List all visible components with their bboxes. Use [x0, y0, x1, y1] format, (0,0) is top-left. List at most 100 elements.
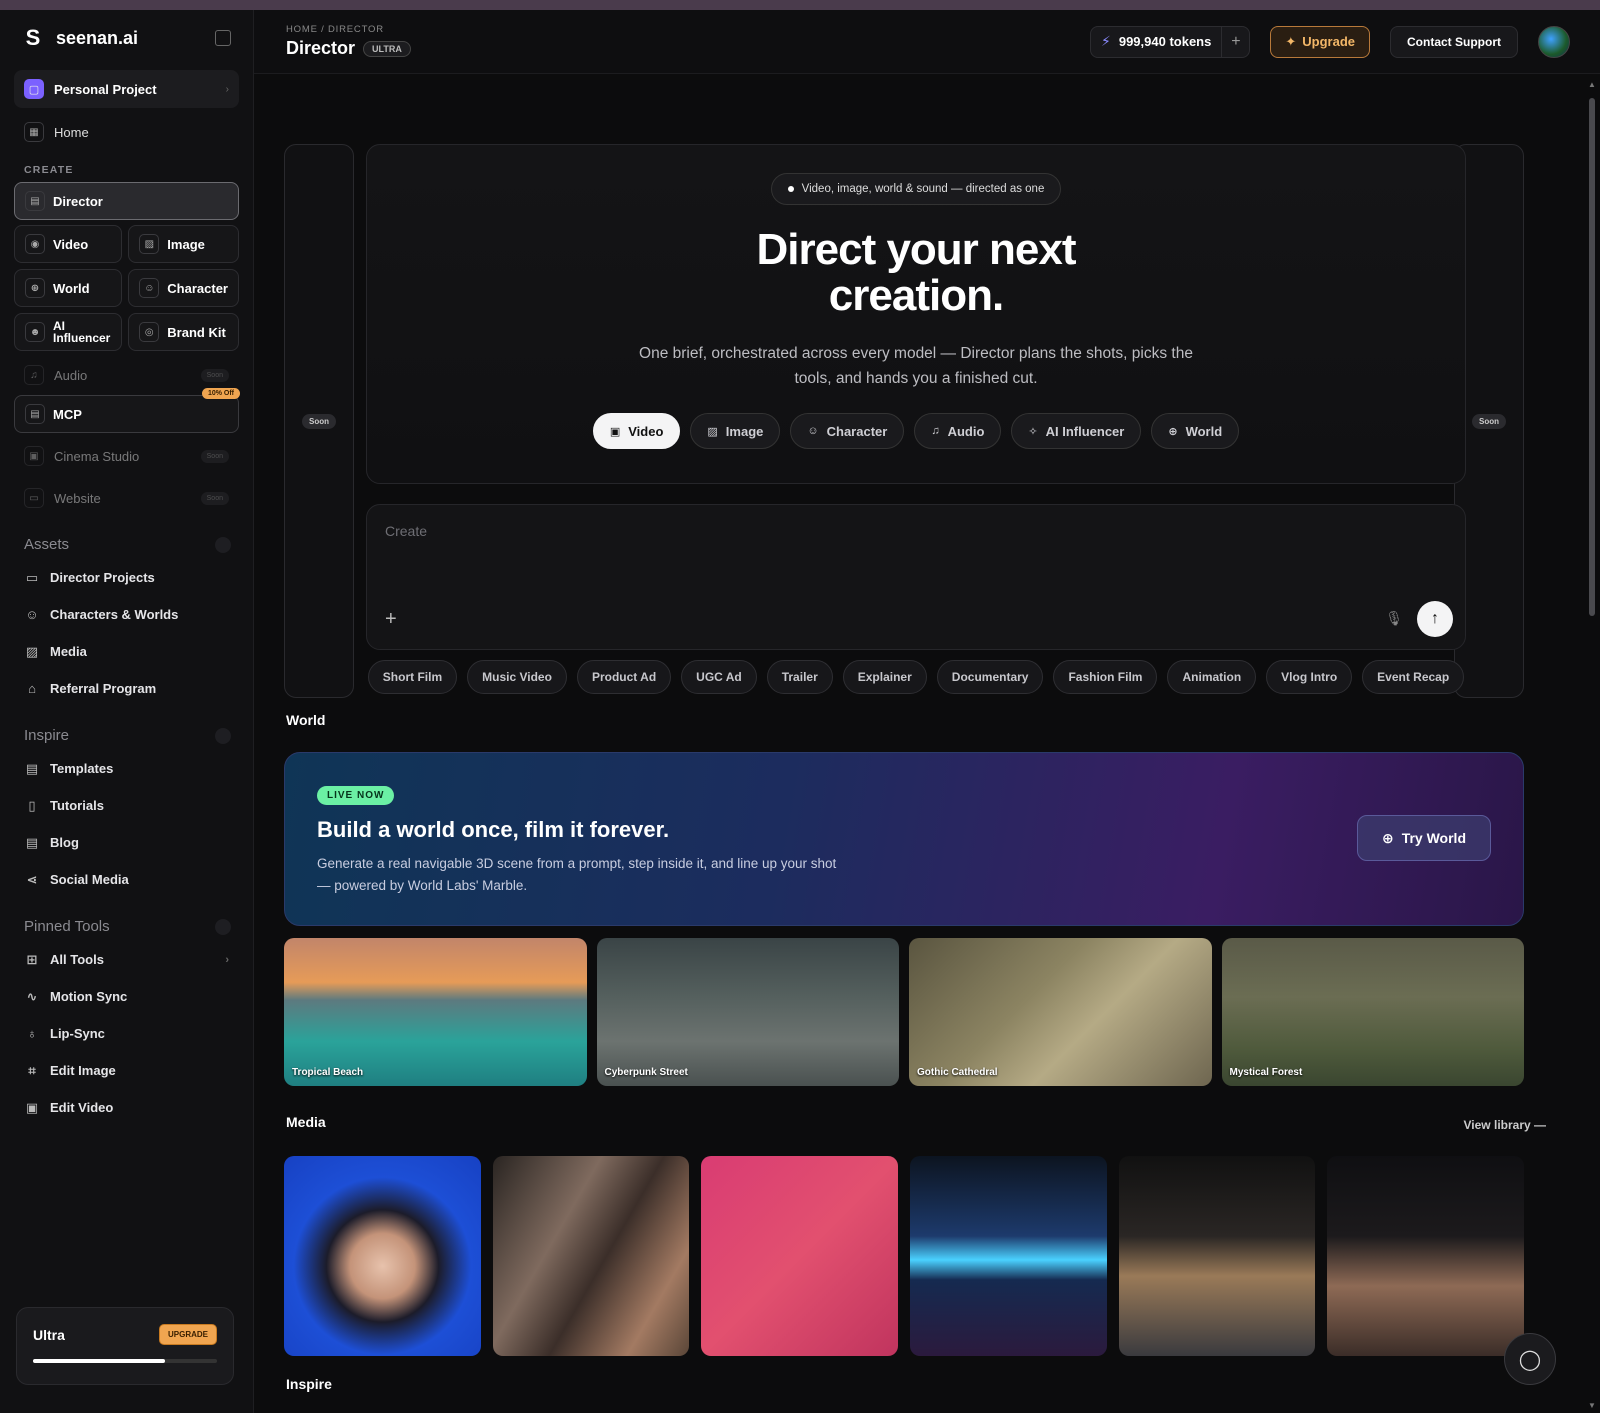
avatar[interactable] — [1538, 25, 1570, 58]
pinned-group-header[interactable]: Pinned Tools — [24, 918, 231, 935]
sidebar-item-lip-sync[interactable]: ♁ Lip-Sync — [14, 1015, 239, 1052]
prompt-composer[interactable]: Create + 🎙 ↑ — [366, 504, 1466, 650]
try-world-button[interactable]: ⊕ Try World — [1356, 815, 1491, 861]
mode-label: Video — [628, 423, 664, 439]
chevron-toggle-icon[interactable] — [215, 918, 231, 935]
preset-explainer[interactable]: Explainer — [842, 660, 927, 694]
mode-audio[interactable]: ♫ Audio — [914, 413, 1002, 449]
preset-documentary[interactable]: Documentary — [936, 660, 1044, 694]
sidebar-item-characters-worlds[interactable]: ☺ Characters & Worlds — [14, 596, 239, 633]
sidebar-item-label: Home — [54, 124, 89, 140]
sidebar-item-cinema-studio[interactable]: ▣ Cinema Studio Soon — [14, 438, 239, 474]
sidebar-item-label: Character — [167, 280, 228, 296]
world-cards: Tropical Beach Cyberpunk Street Gothic C… — [284, 938, 1524, 1086]
character-icon: ☺ — [807, 425, 819, 437]
inspire-group-header[interactable]: Inspire — [24, 727, 231, 744]
sidebar-item-label: Blog — [50, 835, 79, 850]
scrollbar-thumb[interactable] — [1589, 98, 1595, 616]
sidebar-item-label: All Tools — [50, 952, 104, 967]
sidebar-item-referral-program[interactable]: ⌂ Referral Program — [14, 670, 239, 707]
world-card-caption: Mystical Forest — [1229, 1067, 1303, 1078]
sidebar-item-label: Characters & Worlds — [50, 607, 179, 622]
preset-vlog-intro[interactable]: Vlog Intro — [1266, 660, 1353, 694]
chevron-toggle-icon[interactable] — [215, 727, 231, 744]
film-icon: ▣ — [24, 446, 44, 466]
add-tokens-button[interactable]: + — [1221, 25, 1249, 58]
project-switcher[interactable]: ▢ Personal Project › — [14, 70, 239, 108]
sidebar-item-media[interactable]: ▨ Media — [14, 633, 239, 670]
world-card-gothic-cathedral[interactable]: Gothic Cathedral — [909, 938, 1212, 1086]
mic-icon[interactable]: 🎙 — [1385, 610, 1403, 627]
send-button[interactable]: ↑ — [1417, 601, 1453, 637]
sidebar-item-director-projects[interactable]: ▭ Director Projects — [14, 559, 239, 596]
sidebar-item-mcp[interactable]: ▤ MCP 10% Off — [14, 388, 240, 433]
sidebar-item-director[interactable]: ▤ Director — [14, 182, 239, 220]
preset-fashion-film[interactable]: Fashion Film — [1053, 660, 1158, 694]
mode-image[interactable]: ▨ Image — [690, 413, 781, 449]
sidebar-item-character[interactable]: ☺ Character — [128, 269, 239, 307]
chevron-toggle-icon[interactable] — [215, 536, 231, 553]
contact-support-button[interactable]: Contact Support — [1390, 25, 1518, 58]
sidebar-item-brand-kit[interactable]: ◎ Brand Kit — [128, 313, 239, 351]
sidebar-item-image[interactable]: ▨ Image — [128, 225, 239, 263]
sidebar-item-templates[interactable]: ▤ Templates — [14, 750, 239, 787]
mode-video[interactable]: ▣ Video — [592, 413, 681, 449]
preset-event-recap[interactable]: Event Recap — [1362, 660, 1465, 694]
chat-icon[interactable]: ◯ — [1504, 1333, 1556, 1385]
sidebar-item-blog[interactable]: ▤ Blog — [14, 824, 239, 861]
world-card-cyberpunk-street[interactable]: Cyberpunk Street — [596, 938, 899, 1086]
world-card-tropical-beach[interactable]: Tropical Beach — [284, 938, 587, 1086]
sparkle-icon: ✦ — [1285, 33, 1297, 49]
soon-badge: Soon — [200, 491, 229, 505]
preset-product-ad[interactable]: Product Ad — [576, 660, 672, 694]
sidebar-item-label: Referral Program — [50, 681, 157, 696]
sidebar-collapse-icon[interactable] — [215, 30, 231, 46]
scroll-up-icon[interactable]: ▲ — [1588, 80, 1596, 89]
token-count: 999,940 tokens — [1118, 34, 1212, 49]
scroll-down-icon[interactable]: ▼ — [1588, 1401, 1596, 1410]
mode-character[interactable]: ☺ Character — [790, 413, 905, 449]
prompt-input[interactable]: Create — [385, 523, 427, 539]
media-thumbnail[interactable] — [284, 1156, 481, 1356]
media-thumbnail[interactable] — [1118, 1156, 1316, 1356]
sidebar-item-world[interactable]: ⊕ World — [14, 269, 123, 307]
mode-label: Audio — [947, 423, 985, 439]
plan-card: Ultra UPGRADE — [16, 1307, 234, 1385]
sidebar-item-tutorials[interactable]: ▯ Tutorials — [14, 787, 239, 824]
preset-ugc-ad[interactable]: UGC Ad — [681, 660, 757, 694]
sidebar-item-edit-image[interactable]: ⌗ Edit Image — [14, 1052, 239, 1089]
upgrade-button[interactable]: ✦ Upgrade — [1270, 25, 1370, 58]
sidebar-item-label: Lip-Sync — [50, 1026, 105, 1041]
world-card-mystical-forest[interactable]: Mystical Forest — [1221, 938, 1524, 1086]
sidebar-item-motion-sync[interactable]: ∿ Motion Sync — [14, 978, 239, 1015]
sidebar-item-label: Video — [53, 236, 89, 252]
sidebar-item-website[interactable]: ▭ Website Soon — [14, 480, 239, 516]
view-library-link[interactable]: View library — — [1464, 1118, 1546, 1132]
preset-trailer[interactable]: Trailer — [766, 660, 833, 694]
mode-ai-influencer[interactable]: ✧ AI Influencer — [1011, 413, 1142, 449]
assets-group-header[interactable]: Assets — [24, 536, 231, 553]
media-thumbnail[interactable] — [1327, 1156, 1525, 1356]
left-side-card[interactable]: Soon — [284, 144, 354, 698]
mode-world[interactable]: ⊕ World — [1151, 413, 1240, 449]
mode-selector: ▣ Video ▨ Image ☺ Character ♫ Audio ✧ AI Infl… — [367, 413, 1465, 449]
sidebar-item-social-media[interactable]: ⋖ Social Media — [14, 861, 239, 898]
preset-short-film[interactable]: Short Film — [367, 660, 458, 694]
breadcrumb[interactable]: HOME / DIRECTOR — [286, 24, 411, 35]
plan-upgrade-button[interactable]: UPGRADE — [158, 1324, 217, 1345]
add-attachment-button[interactable]: + — [385, 608, 397, 631]
preset-animation[interactable]: Animation — [1167, 660, 1257, 694]
preset-music-video[interactable]: Music Video — [467, 660, 567, 694]
sidebar-item-home[interactable]: ▦ Home — [14, 114, 239, 150]
sidebar-item-label: Tutorials — [50, 798, 104, 813]
media-thumbnail[interactable] — [492, 1156, 690, 1356]
sidebar-item-all-tools[interactable]: ⊞ All Tools › — [14, 941, 239, 978]
sidebar-item-edit-video[interactable]: ▣ Edit Video — [14, 1089, 239, 1126]
plan-name: Ultra — [33, 1326, 65, 1343]
mode-label: Image — [725, 423, 764, 439]
sidebar-item-ai-influencer[interactable]: ☻ AI Influencer — [14, 313, 123, 351]
media-thumbnail[interactable] — [701, 1156, 899, 1356]
sidebar-item-video[interactable]: ◉ Video — [14, 225, 123, 263]
vertical-scrollbar[interactable]: ▲ ▼ — [1588, 80, 1596, 1410]
media-thumbnail[interactable] — [910, 1156, 1107, 1356]
